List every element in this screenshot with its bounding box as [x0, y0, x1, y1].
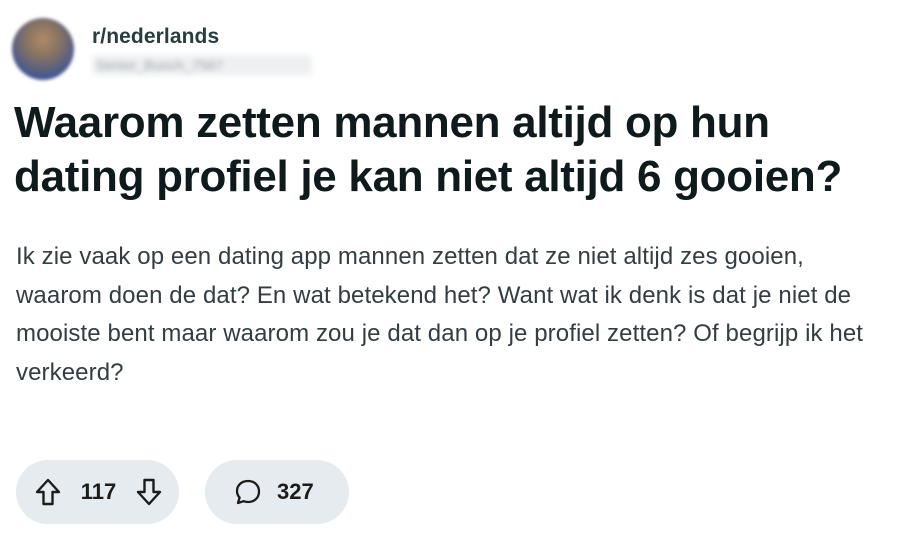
comments-button[interactable]: 327	[205, 460, 349, 524]
comment-count: 327	[277, 479, 314, 504]
reddit-post: r/nederlands Senior_Bunch_7567 Waarom ze…	[0, 0, 900, 554]
post-meta: r/nederlands Senior_Bunch_7567	[92, 25, 312, 75]
speech-bubble-icon	[233, 477, 263, 507]
post-title: Waarom zetten mannen altijd op hun datin…	[14, 98, 843, 201]
vote-control: 117	[16, 460, 179, 524]
community-avatar[interactable]	[12, 18, 74, 80]
author-username-blurred[interactable]: Senior_Bunch_7567	[92, 55, 312, 75]
downvote-arrow-icon[interactable]	[135, 477, 163, 507]
subreddit-link[interactable]: r/nederlands	[92, 25, 312, 49]
post-body: Ik zie vaak op een dating app mannen zet…	[16, 243, 864, 386]
vote-score: 117	[80, 479, 117, 504]
upvote-arrow-icon[interactable]	[34, 477, 62, 507]
post-actions: 117 327	[16, 460, 349, 524]
post-header: r/nederlands Senior_Bunch_7567	[12, 18, 312, 80]
